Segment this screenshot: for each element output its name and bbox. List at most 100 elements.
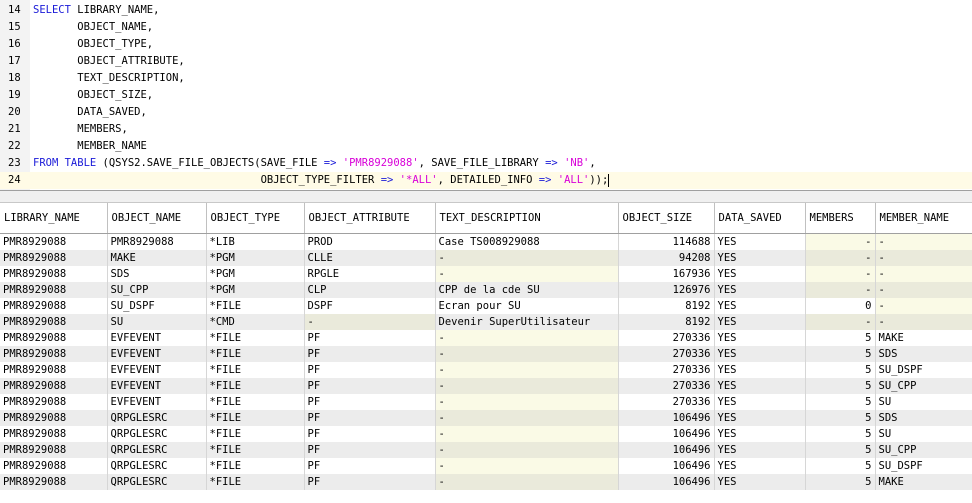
- cell-object-size[interactable]: 270336: [618, 394, 715, 410]
- cell-object-type[interactable]: *FILE: [206, 426, 305, 442]
- cell-object-size[interactable]: 8192: [618, 314, 715, 330]
- cell-text-description[interactable]: -: [435, 362, 619, 378]
- code-line[interactable]: 23 FROM TABLE (QSYS2.SAVE_FILE_OBJECTS(SA…: [0, 155, 972, 172]
- code-line[interactable]: 17 OBJECT_ATTRIBUTE,: [0, 53, 972, 70]
- table-row[interactable]: PMR8929088 SDS *PGM RPGLE -167936 YES - -: [0, 266, 972, 282]
- cell-members[interactable]: -: [805, 314, 876, 330]
- cell-data-saved[interactable]: YES: [714, 378, 806, 394]
- table-row[interactable]: PMR8929088 EVFEVENT *FILE PF -270336 YES 5 SDS: [0, 346, 972, 362]
- table-row[interactable]: PMR8929088 SU_CPP *PGM CLP CPP de la cde SU 1…: [0, 282, 972, 298]
- cell-object-name[interactable]: EVFEVENT: [107, 394, 207, 410]
- cell-library-name[interactable]: PMR8929088: [0, 458, 108, 474]
- table-row[interactable]: PMR8929088 EVFEVENT *FILE PF -270336 YES 5 SU: [0, 394, 972, 410]
- code-line[interactable]: 15 OBJECT_NAME,: [0, 19, 972, 36]
- cell-object-name[interactable]: QRPGLESRC: [107, 458, 207, 474]
- cell-object-type[interactable]: *FILE: [206, 474, 305, 490]
- column-header-text-description[interactable]: TEXT_DESCRIPTION: [435, 203, 619, 234]
- cell-object-attribute[interactable]: -: [304, 314, 436, 330]
- cell-object-attribute[interactable]: PF: [304, 362, 436, 378]
- cell-members[interactable]: 5: [805, 442, 876, 458]
- results-grid[interactable]: LIBRARY_NAME OBJECT_NAME OBJECT_TYPE OBJECT…: [0, 203, 972, 503]
- cell-object-size[interactable]: 106496: [618, 442, 715, 458]
- cell-object-attribute[interactable]: PF: [304, 330, 436, 346]
- cell-object-type[interactable]: *PGM: [206, 282, 305, 298]
- cell-members[interactable]: -: [805, 233, 876, 250]
- table-row[interactable]: PMR8929088 QRPGLESRC *FILE PF -106496 YES 5 MAK…: [0, 474, 972, 490]
- cell-text-description[interactable]: Case TS008929088: [435, 233, 619, 250]
- cell-member-name[interactable]: SU_DSPF: [875, 458, 972, 474]
- cell-object-name[interactable]: SU_CPP: [107, 282, 207, 298]
- cell-object-size[interactable]: 106496: [618, 410, 715, 426]
- cell-library-name[interactable]: PMR8929088: [0, 378, 108, 394]
- cell-object-attribute[interactable]: CLP: [304, 282, 436, 298]
- cell-library-name[interactable]: PMR8929088: [0, 362, 108, 378]
- cell-object-type[interactable]: *FILE: [206, 410, 305, 426]
- cell-object-type[interactable]: *PGM: [206, 250, 305, 266]
- cell-object-name[interactable]: EVFEVENT: [107, 346, 207, 362]
- cell-member-name[interactable]: -: [875, 233, 972, 250]
- cell-members[interactable]: 5: [805, 426, 876, 442]
- cell-text-description[interactable]: -: [435, 474, 619, 490]
- cell-text-description[interactable]: -: [435, 378, 619, 394]
- pane-splitter[interactable]: [0, 190, 972, 203]
- cell-text-description[interactable]: -: [435, 330, 619, 346]
- cell-object-size[interactable]: 106496: [618, 474, 715, 490]
- cell-data-saved[interactable]: YES: [714, 346, 806, 362]
- cell-object-type[interactable]: *FILE: [206, 394, 305, 410]
- cell-object-size[interactable]: 270336: [618, 330, 715, 346]
- cell-members[interactable]: 0: [805, 298, 876, 314]
- cell-data-saved[interactable]: YES: [714, 233, 806, 250]
- cell-object-size[interactable]: 106496: [618, 426, 715, 442]
- cell-member-name[interactable]: -: [875, 266, 972, 282]
- cell-object-size[interactable]: 94208: [618, 250, 715, 266]
- code-line[interactable]: 24 OBJECT_TYPE_FILTER => '*ALL', DETAILE…: [0, 172, 972, 189]
- cell-object-attribute[interactable]: RPGLE: [304, 266, 436, 282]
- cell-library-name[interactable]: PMR8929088: [0, 330, 108, 346]
- cell-object-attribute[interactable]: PF: [304, 346, 436, 362]
- table-row[interactable]: PMR8929088 EVFEVENT *FILE PF -270336 YES 5 MAKE: [0, 330, 972, 346]
- cell-object-name[interactable]: EVFEVENT: [107, 378, 207, 394]
- cell-object-name[interactable]: QRPGLESRC: [107, 410, 207, 426]
- code-line[interactable]: 22 MEMBER_NAME: [0, 138, 972, 155]
- cell-members[interactable]: 5: [805, 458, 876, 474]
- cell-object-attribute[interactable]: PROD: [304, 233, 436, 250]
- column-header-object-name[interactable]: OBJECT_NAME: [107, 203, 207, 234]
- cell-library-name[interactable]: PMR8929088: [0, 233, 108, 250]
- cell-data-saved[interactable]: YES: [714, 362, 806, 378]
- cell-library-name[interactable]: PMR8929088: [0, 410, 108, 426]
- cell-data-saved[interactable]: YES: [714, 394, 806, 410]
- cell-members[interactable]: 5: [805, 394, 876, 410]
- cell-text-description[interactable]: -: [435, 410, 619, 426]
- cell-object-size[interactable]: 106496: [618, 458, 715, 474]
- cell-data-saved[interactable]: YES: [714, 266, 806, 282]
- cell-object-name[interactable]: QRPGLESRC: [107, 442, 207, 458]
- cell-library-name[interactable]: PMR8929088: [0, 250, 108, 266]
- cell-object-type[interactable]: *FILE: [206, 442, 305, 458]
- cell-object-attribute[interactable]: PF: [304, 394, 436, 410]
- cell-library-name[interactable]: PMR8929088: [0, 282, 108, 298]
- cell-object-type[interactable]: *FILE: [206, 346, 305, 362]
- cell-object-type[interactable]: *FILE: [206, 298, 305, 314]
- column-header-data-saved[interactable]: DATA_SAVED: [714, 203, 806, 234]
- cell-members[interactable]: -: [805, 266, 876, 282]
- cell-object-attribute[interactable]: PF: [304, 458, 436, 474]
- cell-members[interactable]: 5: [805, 346, 876, 362]
- cell-member-name[interactable]: SU_CPP: [875, 378, 972, 394]
- cell-member-name[interactable]: -: [875, 314, 972, 330]
- cell-library-name[interactable]: PMR8929088: [0, 346, 108, 362]
- cell-member-name[interactable]: SU_DSPF: [875, 362, 972, 378]
- table-row[interactable]: PMR8929088 EVFEVENT *FILE PF -270336 YES 5 SU_D…: [0, 362, 972, 378]
- cell-member-name[interactable]: MAKE: [875, 474, 972, 490]
- cell-object-attribute[interactable]: PF: [304, 410, 436, 426]
- cell-object-size[interactable]: 114688: [618, 233, 715, 250]
- column-header-members[interactable]: MEMBERS: [805, 203, 876, 234]
- table-row[interactable]: PMR8929088 QRPGLESRC *FILE PF -106496 YES 5 SDS: [0, 410, 972, 426]
- cell-text-description[interactable]: -: [435, 442, 619, 458]
- cell-data-saved[interactable]: YES: [714, 474, 806, 490]
- cell-object-name[interactable]: QRPGLESRC: [107, 426, 207, 442]
- code-line[interactable]: 16 OBJECT_TYPE,: [0, 36, 972, 53]
- cell-text-description[interactable]: -: [435, 426, 619, 442]
- cell-text-description[interactable]: -: [435, 250, 619, 266]
- cell-object-type[interactable]: *FILE: [206, 458, 305, 474]
- cell-object-name[interactable]: SDS: [107, 266, 207, 282]
